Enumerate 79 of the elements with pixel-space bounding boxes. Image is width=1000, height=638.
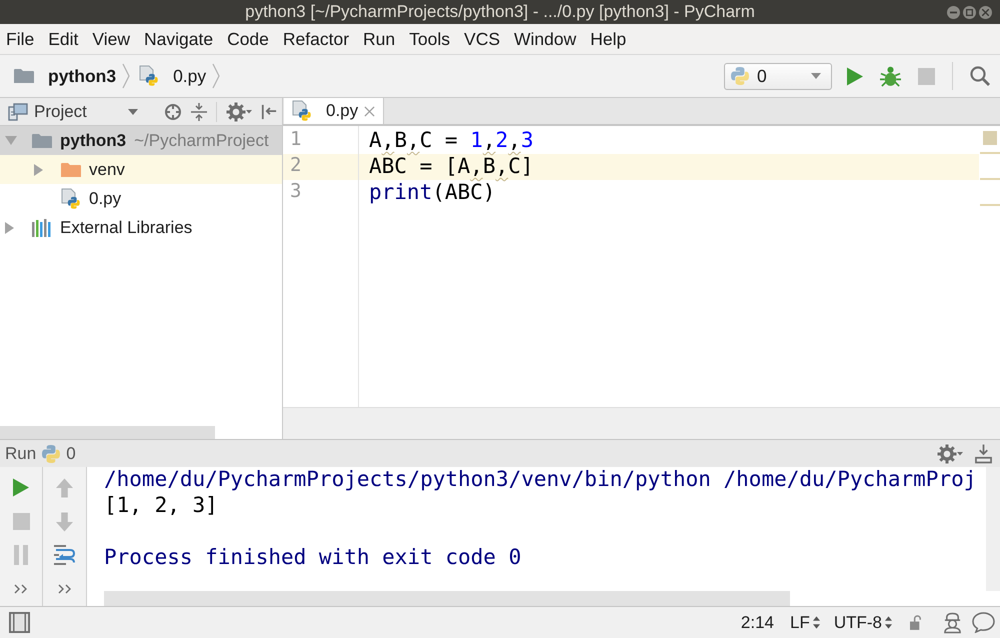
person-icon[interactable]	[943, 612, 962, 634]
menu-item[interactable]: Help	[590, 28, 626, 50]
gear-icon[interactable]	[226, 102, 252, 122]
menu-item[interactable]: Window	[514, 28, 576, 50]
caret-right-icon[interactable]	[5, 222, 14, 234]
maximize-button[interactable]	[963, 6, 976, 18]
caret-right-icon[interactable]	[34, 164, 43, 176]
menu-item[interactable]: View	[92, 28, 130, 50]
horizontal-scrollbar[interactable]	[0, 426, 215, 439]
minimize-button[interactable]	[947, 6, 960, 18]
console-line: /home/du/PycharmProjects/python3/venv/bin/python /home/du/PycharmProj	[104, 467, 978, 493]
run-config-tab[interactable]: 0	[42, 444, 76, 464]
line-number: 3	[289, 180, 302, 204]
tree-item[interactable]: venv	[0, 155, 282, 184]
code-line: print(ABC)	[368, 180, 496, 206]
line-number: 1	[289, 128, 302, 152]
line-separator-selector[interactable]: LF	[790, 612, 820, 632]
run-window-title: Run	[5, 444, 36, 464]
chevrons-icon[interactable]	[14, 584, 28, 594]
code-line: A,B,C = 1,2,3	[368, 128, 534, 154]
folder-icon	[61, 162, 81, 178]
caret-position[interactable]: 2:14	[740, 612, 774, 632]
locate-icon[interactable]	[164, 102, 182, 120]
menu-item[interactable]: Navigate	[144, 28, 214, 50]
folder-icon	[32, 132, 52, 148]
folder-icon	[14, 68, 34, 84]
run-icon[interactable]	[13, 478, 29, 498]
menu-item[interactable]: File	[6, 28, 34, 50]
tree-item[interactable]: python3 ~/PycharmProject	[0, 126, 282, 155]
python-icon	[731, 67, 749, 85]
search-icon[interactable]	[970, 66, 990, 86]
close-icon	[982, 8, 989, 16]
menu-item[interactable]: Run	[363, 28, 396, 50]
soft-wrap-icon[interactable]	[54, 544, 76, 566]
minus-icon	[950, 8, 957, 16]
libraries-icon	[32, 218, 52, 236]
menu-item[interactable]: Edit	[48, 28, 78, 50]
hide-icon[interactable]	[261, 102, 277, 120]
tree-item[interactable]: 0.py	[0, 184, 282, 213]
lock-icon[interactable]	[910, 615, 923, 630]
line-number: 2	[283, 154, 358, 180]
window-icon[interactable]	[9, 612, 30, 633]
close-icon[interactable]	[364, 106, 376, 116]
window-title: python3 [~/PycharmProjects/python3] - .../0.py [python3] - PyCharm	[245, 2, 755, 22]
gear-icon[interactable]	[937, 444, 963, 464]
menu-item[interactable]: Refactor	[282, 28, 350, 50]
breadcrumb[interactable]: 0.py	[139, 65, 206, 87]
python-file-icon	[61, 188, 81, 210]
download-icon[interactable]	[975, 444, 992, 464]
up-down-icon	[885, 616, 892, 629]
chevron-icon	[212, 63, 220, 89]
dropdown-arrow-icon	[811, 73, 821, 79]
menu-item[interactable]: VCS	[464, 28, 500, 50]
encoding-selector[interactable]: UTF-8	[834, 612, 892, 632]
console-line: Process finished with exit code 0	[104, 545, 522, 571]
up-down-icon	[812, 616, 820, 629]
python-file-icon	[139, 65, 160, 87]
tree-item[interactable]: External Libraries	[0, 213, 282, 242]
console-line: [1, 2, 3]	[104, 493, 219, 519]
horizontal-scrollbar[interactable]	[104, 591, 790, 606]
breadcrumb[interactable]: python3	[14, 66, 116, 86]
menu-item[interactable]: Code	[227, 28, 269, 50]
chevron-icon	[122, 63, 130, 89]
project-view-dropdown[interactable]: Project	[8, 102, 138, 122]
run-config-dropdown[interactable]: 0	[724, 62, 832, 90]
collapse-all-icon[interactable]	[191, 102, 207, 120]
bug-icon[interactable]	[880, 66, 901, 86]
menu-item[interactable]: Tools	[409, 28, 450, 50]
python-icon	[42, 444, 60, 462]
dropdown-arrow-icon	[128, 108, 138, 114]
chat-icon[interactable]	[972, 612, 995, 633]
project-icon	[8, 102, 28, 120]
python-file-icon	[292, 100, 312, 122]
chevrons-icon[interactable]	[58, 584, 72, 594]
close-button[interactable]	[979, 6, 992, 18]
editor-tab[interactable]: 0.py	[284, 98, 384, 124]
caret-down-icon[interactable]	[5, 136, 17, 145]
square-icon	[966, 8, 973, 16]
run-icon[interactable]	[847, 66, 863, 86]
